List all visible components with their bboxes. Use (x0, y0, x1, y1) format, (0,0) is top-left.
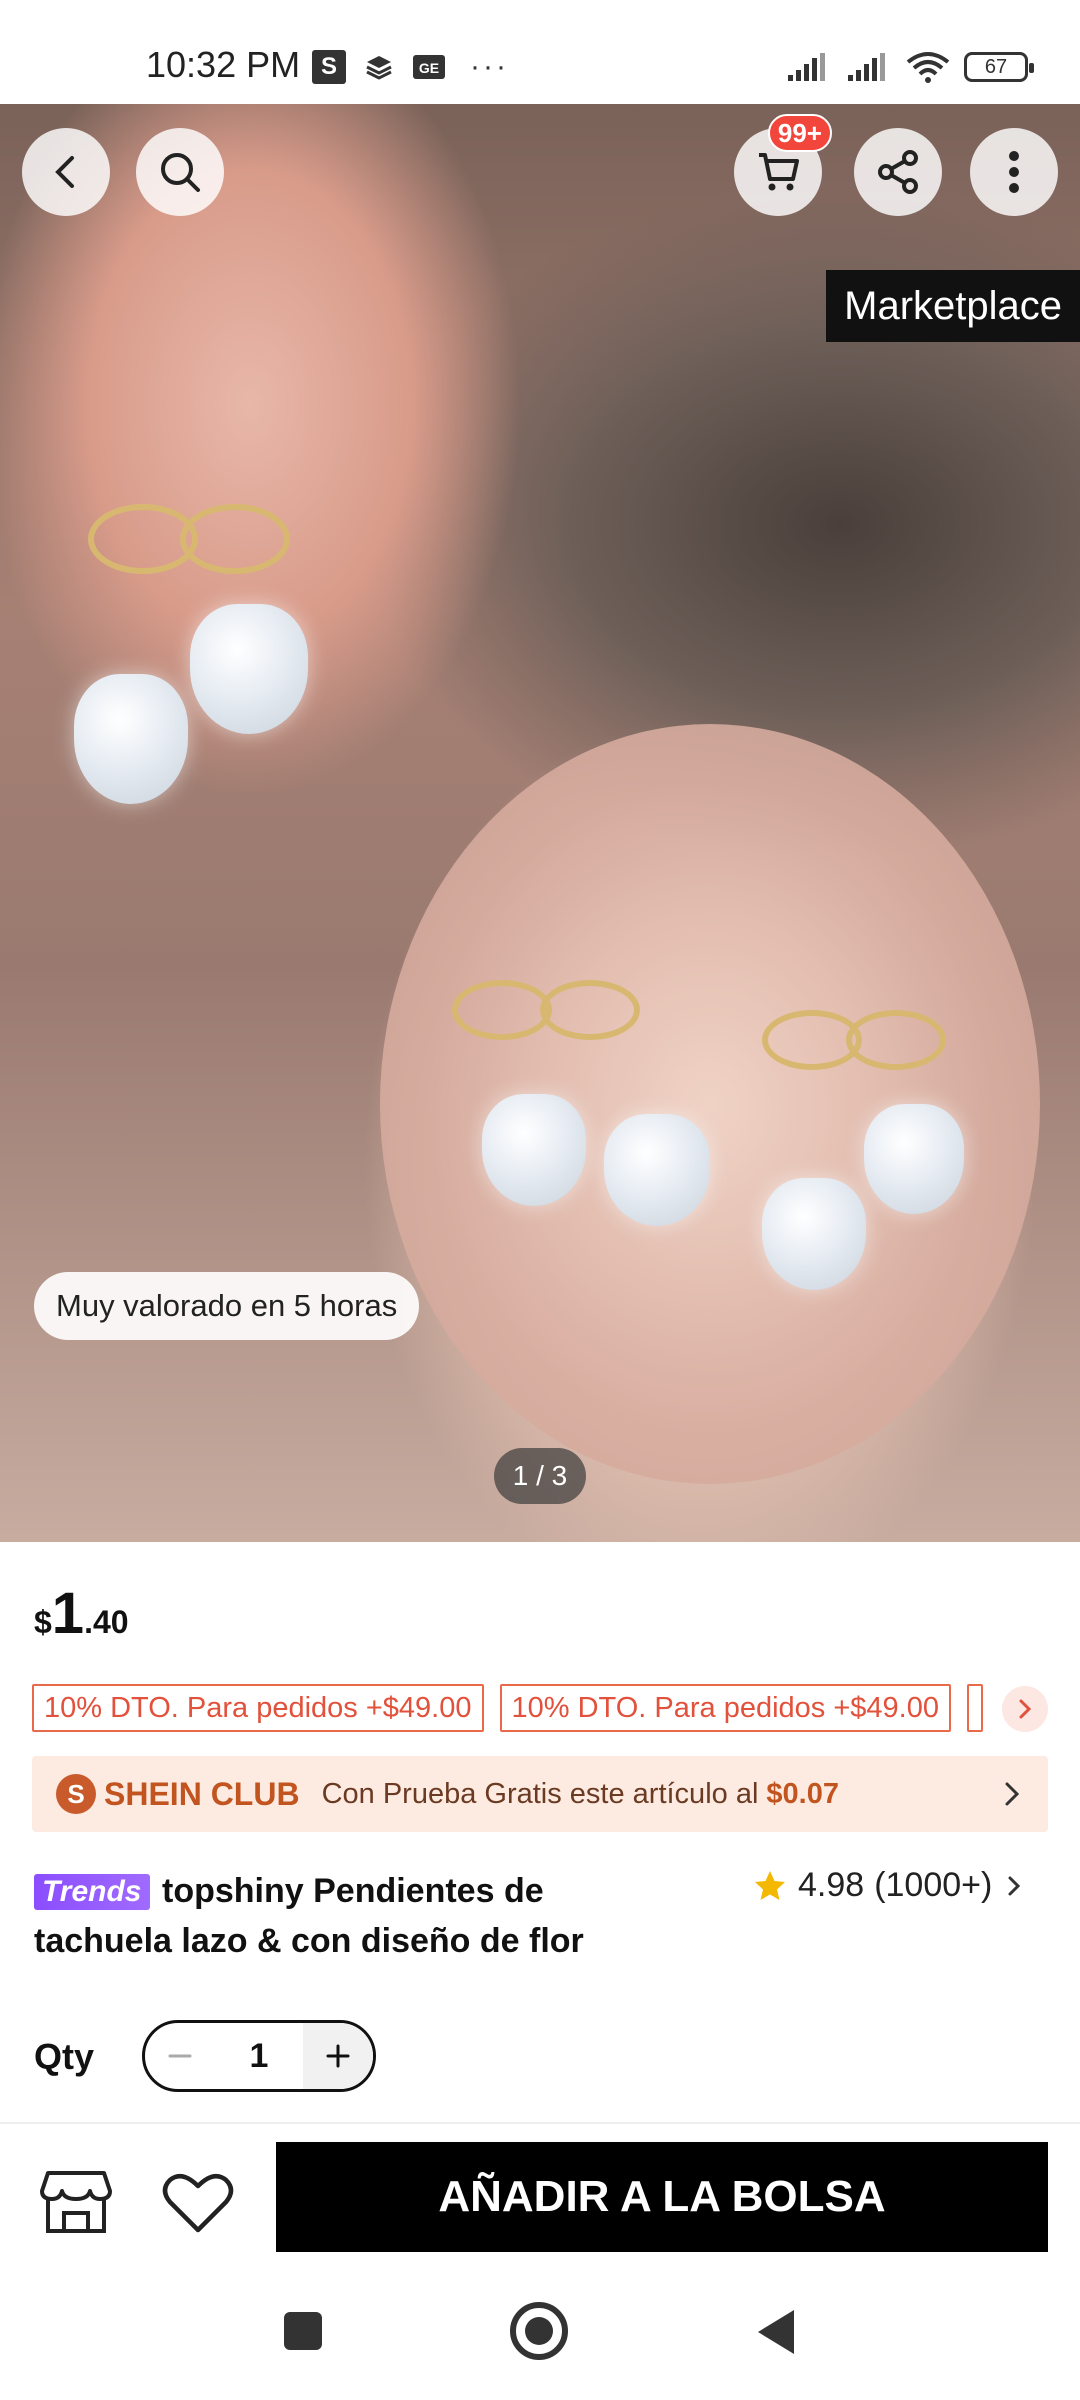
qty-decrease-button[interactable] (145, 2023, 215, 2089)
chevron-left-icon (55, 156, 74, 188)
image-pager: 1 / 3 (494, 1448, 586, 1504)
cart-icon (759, 153, 799, 191)
share-button[interactable] (854, 128, 942, 216)
coupon-chip[interactable]: 10% DTO. Para pedidos +$49.00 (499, 1684, 951, 1732)
status-time: 10:32 PM (146, 44, 301, 85)
product-rating[interactable]: 4.98 (1000+) (752, 1866, 1026, 1905)
chevron-right-icon (1005, 1782, 1020, 1806)
shein-club-amount: $0.07 (766, 1777, 839, 1810)
earring-flower (762, 1178, 866, 1290)
plus-icon (326, 2044, 350, 2068)
coupon-more-button[interactable] (1002, 1686, 1048, 1732)
coupon-chip[interactable]: 10% DTO. Para pedidos +$49.00 (32, 1684, 484, 1732)
earring-flower (190, 604, 308, 734)
store-button[interactable] (36, 2162, 116, 2242)
product-title-line1: topshiny Pendientes de (162, 1872, 544, 1910)
shein-club-name: SHEIN CLUB (104, 1775, 300, 1812)
home-icon (525, 2317, 553, 2345)
price-decimal: .40 (84, 1604, 129, 1640)
quantity-stepper: 1 (142, 2020, 376, 2092)
earring-bow (180, 504, 290, 574)
chevron-right-icon (1008, 1876, 1021, 1895)
store-icon (40, 2171, 112, 2233)
coupon-list[interactable]: 10% DTO. Para pedidos +$49.00 10% DTO. P… (32, 1684, 1048, 1734)
rating-count: (1000+) (874, 1866, 993, 1904)
earring-bow (452, 980, 552, 1040)
product-image[interactable]: 99+ Marketplace Muy valorado en 5 horas … (0, 104, 1080, 1542)
product-price: $1.40 (34, 1580, 129, 1647)
signal-icon (788, 53, 825, 81)
price-integer: 1 (51, 1581, 85, 1646)
minus-icon (168, 2054, 192, 2058)
coupon-chip-partial[interactable] (967, 1684, 983, 1732)
more-options-button[interactable] (970, 128, 1058, 216)
battery-icon: 67 (964, 52, 1034, 82)
shein-club-banner[interactable]: S SHEIN CLUB Con Prueba Gratis este artí… (32, 1756, 1048, 1832)
heart-icon (162, 2173, 234, 2233)
earring-flower (864, 1104, 964, 1214)
cart-count-badge: 99+ (767, 114, 832, 152)
earring-flower (482, 1094, 586, 1206)
product-title-line2: tachuela lazo & con diseño de flor (34, 1922, 584, 1960)
status-bar: 10:32 PM S GE ··· 67 (0, 0, 1080, 104)
system-back-button[interactable] (758, 2310, 794, 2354)
qty-label: Qty (34, 2036, 95, 2077)
more-notifications-icon: ··· (470, 50, 509, 83)
rating-value: 4.98 (798, 1866, 865, 1904)
shein-club-text: Con Prueba Gratis este artículo al (321, 1777, 759, 1810)
inset-photo (380, 724, 1040, 1484)
wifi-icon (906, 52, 950, 83)
qty-value[interactable]: 1 (215, 2037, 303, 2076)
recent-apps-button[interactable] (284, 2312, 322, 2350)
shein-club-logo: S (56, 1774, 96, 1814)
search-icon (161, 153, 200, 192)
signal-icon-2 (848, 53, 885, 81)
status-system-icons: 67 (786, 50, 1034, 84)
search-button[interactable] (136, 128, 224, 216)
layers-icon (362, 50, 396, 84)
earring-flower (74, 674, 188, 804)
divider (0, 2122, 1080, 2124)
star-icon (755, 1870, 785, 1900)
earring-bow (540, 980, 640, 1040)
price-currency: $ (34, 1604, 52, 1640)
home-button[interactable] (510, 2302, 568, 2360)
ge-icon: GE (412, 50, 446, 84)
wishlist-button[interactable] (158, 2162, 238, 2242)
back-button[interactable] (22, 128, 110, 216)
trends-badge: Trends (34, 1874, 150, 1910)
marketplace-tag: Marketplace (826, 270, 1080, 342)
chevron-right-icon (1019, 1699, 1032, 1719)
cart-button[interactable]: 99+ (734, 114, 832, 216)
earring-bow (846, 1010, 946, 1070)
qty-increase-button[interactable] (303, 2023, 373, 2089)
more-vertical-icon (1009, 151, 1019, 193)
earring-flower (604, 1114, 710, 1226)
system-navigation-bar (0, 2272, 1080, 2400)
add-to-bag-button[interactable]: AÑADIR A LA BOLSA (276, 2142, 1048, 2252)
status-notification-icons: S GE ··· (312, 50, 509, 84)
s-app-icon: S (312, 50, 346, 84)
svg-text:GE: GE (419, 60, 439, 76)
popularity-chip: Muy valorado en 5 horas (34, 1272, 420, 1340)
share-icon (878, 150, 918, 194)
